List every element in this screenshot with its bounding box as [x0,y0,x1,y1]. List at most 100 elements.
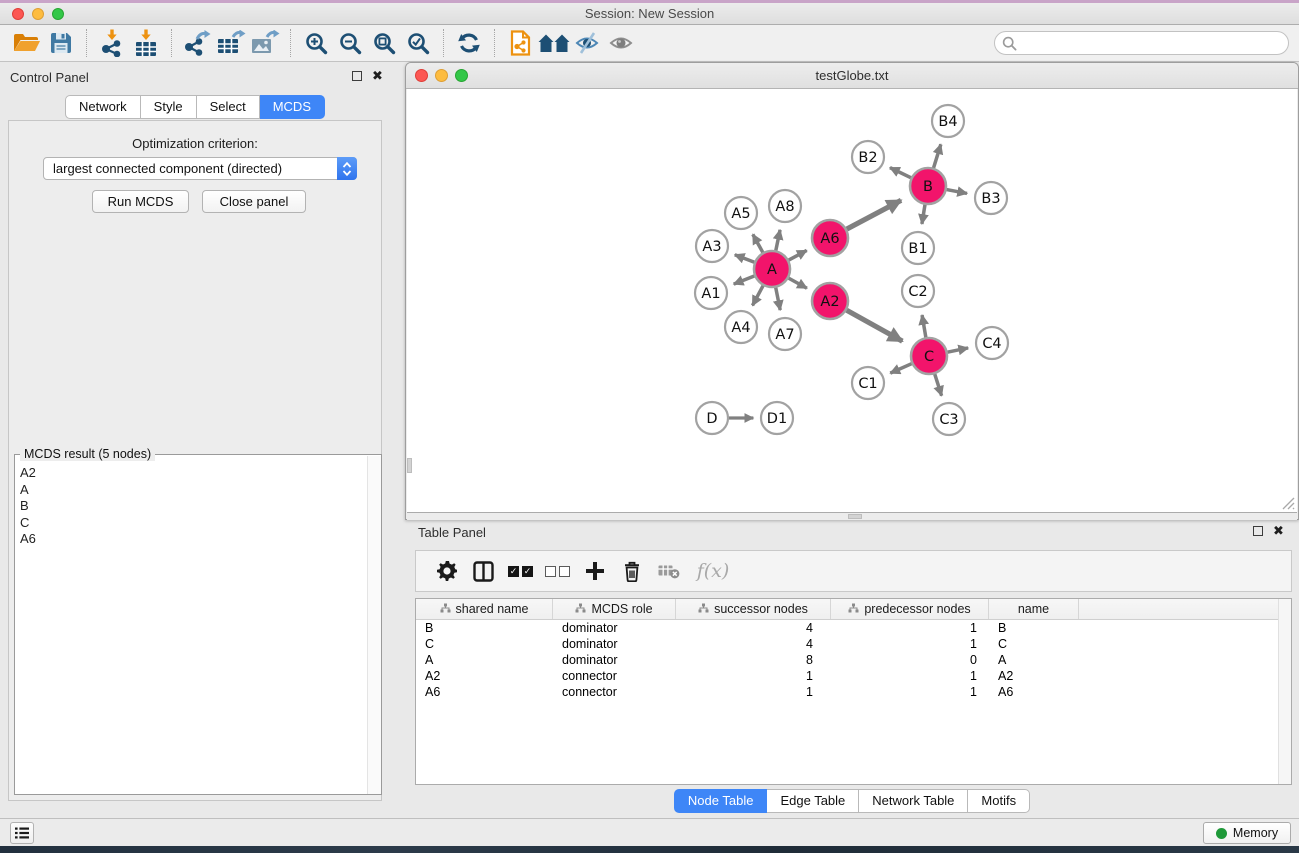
tab-motifs[interactable]: Motifs [968,789,1030,813]
save-session-icon[interactable] [44,28,78,58]
table-row[interactable]: Bdominator41B [416,620,1291,636]
memory-button[interactable]: Memory [1203,822,1291,844]
export-image-icon[interactable] [248,28,282,58]
table-scrollbar[interactable] [1278,599,1291,784]
tab-select[interactable]: Select [197,95,260,119]
graph-node-A4[interactable]: A4 [725,311,757,343]
tab-network-table[interactable]: Network Table [859,789,968,813]
zoom-fit-icon[interactable] [367,28,401,58]
minimize-network-window-button[interactable] [435,69,448,82]
graph-node-C3[interactable]: C3 [933,403,965,435]
graph-node-D1[interactable]: D1 [761,402,793,434]
graph-node-A7[interactable]: A7 [769,318,801,350]
table-cell[interactable]: A2 [416,668,553,684]
result-item[interactable]: C [20,515,367,532]
close-network-window-button[interactable] [415,69,428,82]
table-cell[interactable]: dominator [553,636,676,652]
graph-node-B3[interactable]: B3 [975,182,1007,214]
zoom-selected-icon[interactable] [401,28,435,58]
task-history-button[interactable] [10,822,34,844]
graph-node-A3[interactable]: A3 [696,230,728,262]
result-item[interactable]: A2 [20,465,367,482]
deselect-all-checkboxes-icon[interactable] [539,553,576,589]
tab-network[interactable]: Network [65,95,141,119]
tab-node-table[interactable]: Node Table [674,789,768,813]
search-box[interactable] [994,31,1289,55]
network-from-clipboard-icon[interactable] [503,28,537,58]
export-table-icon[interactable] [214,28,248,58]
close-panel-button[interactable]: Close panel [202,190,306,213]
close-window-button[interactable] [12,8,24,20]
import-table-icon[interactable] [129,28,163,58]
graph-edge-A6-B[interactable] [843,200,901,231]
table-cell[interactable]: 1 [676,668,831,684]
table-cell[interactable]: 1 [831,636,989,652]
result-list-scrollbar[interactable] [367,456,381,794]
table-cell[interactable]: connector [553,684,676,700]
result-item[interactable]: A [20,482,367,499]
graph-node-B4[interactable]: B4 [932,105,964,137]
table-cell[interactable]: connector [553,668,676,684]
hide-panels-eye-slash-icon[interactable] [571,28,605,58]
horizontal-scrollbar-track[interactable] [407,514,1297,520]
zoom-out-icon[interactable] [333,28,367,58]
table-cell[interactable]: 4 [676,620,831,636]
float-table-panel-icon[interactable] [1253,526,1263,536]
graph-node-B1[interactable]: B1 [902,232,934,264]
import-network-icon[interactable] [95,28,129,58]
graph-node-C1[interactable]: C1 [852,367,884,399]
table-row[interactable]: A2connector11A2 [416,668,1291,684]
criterion-select[interactable]: largest connected component (directed) [43,157,357,180]
graph-node-B[interactable]: B [910,168,946,204]
graph-node-D[interactable]: D [696,402,728,434]
table-cell[interactable]: C [416,636,553,652]
graph-node-C4[interactable]: C4 [976,327,1008,359]
graph-node-C[interactable]: C [911,338,947,374]
delete-column-trash-icon[interactable] [613,553,650,589]
table-cell[interactable]: 1 [676,684,831,700]
table-cell[interactable]: 1 [831,620,989,636]
graph-node-B2[interactable]: B2 [852,141,884,173]
close-table-panel-icon[interactable]: ✖ [1273,526,1284,536]
table-row[interactable]: Cdominator41C [416,636,1291,652]
table-cell[interactable]: B [989,620,1079,636]
close-panel-icon[interactable]: ✖ [372,71,383,81]
horizontal-scrollbar-thumb[interactable] [848,514,862,519]
show-graphics-details-eye-icon[interactable] [605,28,639,58]
home-icon[interactable] [537,28,571,58]
tab-mcds[interactable]: MCDS [260,95,325,119]
table-cell[interactable]: C [989,636,1079,652]
zoom-network-window-button[interactable] [455,69,468,82]
zoom-in-icon[interactable] [299,28,333,58]
table-cell[interactable]: A2 [989,668,1079,684]
export-network-icon[interactable] [180,28,214,58]
tab-style[interactable]: Style [141,95,197,119]
network-window-titlebar[interactable]: testGlobe.txt [406,63,1298,89]
result-item[interactable]: B [20,498,367,515]
table-settings-gear-icon[interactable] [428,553,465,589]
tab-edge-table[interactable]: Edge Table [767,789,859,813]
graph-edge-A2-C[interactable] [843,308,902,341]
table-cell[interactable]: 0 [831,652,989,668]
table-cell[interactable]: 1 [831,668,989,684]
show-column-icon[interactable] [465,553,502,589]
table-cell[interactable]: dominator [553,652,676,668]
graph-node-A8[interactable]: A8 [769,190,801,222]
search-input[interactable] [1017,33,1288,53]
column-header-successor-nodes[interactable]: successor nodes [676,599,831,619]
node-table[interactable]: shared nameMCDS rolesuccessor nodesprede… [415,598,1292,785]
minimize-window-button[interactable] [32,8,44,20]
table-cell[interactable]: B [416,620,553,636]
graph-node-C2[interactable]: C2 [902,275,934,307]
result-item[interactable]: A6 [20,531,367,548]
open-session-icon[interactable] [10,28,44,58]
mcds-result-list[interactable]: A2ABCA6 [15,462,367,794]
column-header-name[interactable]: name [989,599,1079,619]
refresh-view-icon[interactable] [452,28,486,58]
network-canvas[interactable]: B4B2BB3A8A5A6A3B1AC2A1A2A4A7C4CC1C3DD1 [407,89,1297,513]
table-cell[interactable]: A6 [416,684,553,700]
graph-node-A6[interactable]: A6 [812,220,848,256]
graph-node-A5[interactable]: A5 [725,197,757,229]
table-row[interactable]: A6connector11A6 [416,684,1291,700]
table-cell[interactable]: 8 [676,652,831,668]
